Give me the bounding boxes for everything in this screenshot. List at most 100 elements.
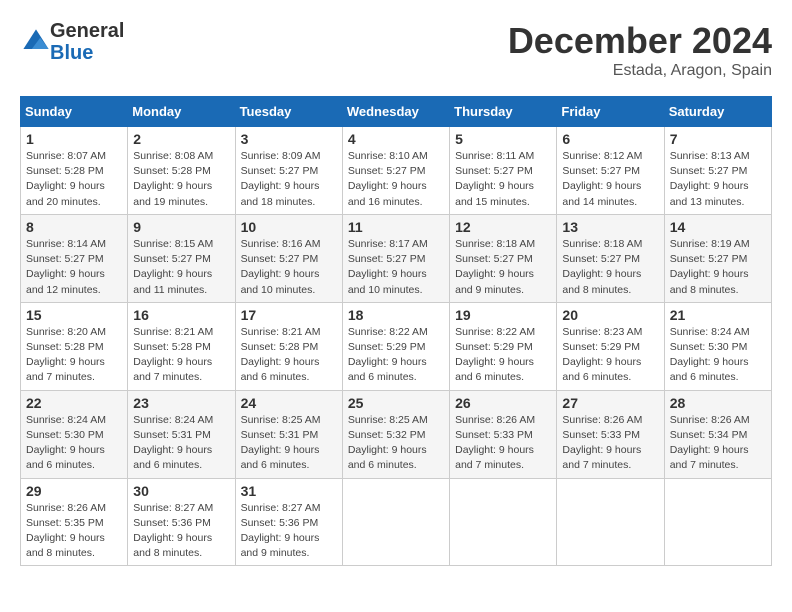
day-number: 14 bbox=[670, 219, 766, 235]
logo-icon bbox=[22, 28, 50, 56]
table-row: 30 Sunrise: 8:27 AMSunset: 5:36 PMDaylig… bbox=[128, 478, 235, 566]
day-number: 19 bbox=[455, 307, 551, 323]
day-info: Sunrise: 8:13 AMSunset: 5:27 PMDaylight:… bbox=[670, 150, 750, 208]
day-number: 17 bbox=[241, 307, 337, 323]
day-number: 12 bbox=[455, 219, 551, 235]
day-info: Sunrise: 8:22 AMSunset: 5:29 PMDaylight:… bbox=[348, 326, 428, 384]
day-info: Sunrise: 8:27 AMSunset: 5:36 PMDaylight:… bbox=[241, 502, 321, 560]
day-number: 29 bbox=[26, 483, 122, 499]
day-info: Sunrise: 8:08 AMSunset: 5:28 PMDaylight:… bbox=[133, 150, 213, 208]
col-monday: Monday bbox=[128, 97, 235, 127]
table-row: 29 Sunrise: 8:26 AMSunset: 5:35 PMDaylig… bbox=[21, 478, 128, 566]
day-info: Sunrise: 8:27 AMSunset: 5:36 PMDaylight:… bbox=[133, 502, 213, 560]
day-number: 28 bbox=[670, 395, 766, 411]
day-number: 30 bbox=[133, 483, 229, 499]
day-number: 7 bbox=[670, 131, 766, 147]
day-info: Sunrise: 8:21 AMSunset: 5:28 PMDaylight:… bbox=[241, 326, 321, 384]
table-row: 3 Sunrise: 8:09 AMSunset: 5:27 PMDayligh… bbox=[235, 127, 342, 215]
col-sunday: Sunday bbox=[21, 97, 128, 127]
page-header: General Blue December 2024 Estada, Arago… bbox=[20, 20, 772, 80]
table-row bbox=[450, 478, 557, 566]
table-row: 15 Sunrise: 8:20 AMSunset: 5:28 PMDaylig… bbox=[21, 302, 128, 390]
table-row: 8 Sunrise: 8:14 AMSunset: 5:27 PMDayligh… bbox=[21, 214, 128, 302]
logo-blue-text: Blue bbox=[50, 42, 124, 64]
title-block: December 2024 Estada, Aragon, Spain bbox=[508, 20, 772, 80]
day-info: Sunrise: 8:26 AMSunset: 5:35 PMDaylight:… bbox=[26, 502, 106, 560]
table-row: 28 Sunrise: 8:26 AMSunset: 5:34 PMDaylig… bbox=[664, 390, 771, 478]
day-info: Sunrise: 8:09 AMSunset: 5:27 PMDaylight:… bbox=[241, 150, 321, 208]
table-row: 6 Sunrise: 8:12 AMSunset: 5:27 PMDayligh… bbox=[557, 127, 664, 215]
day-info: Sunrise: 8:26 AMSunset: 5:33 PMDaylight:… bbox=[562, 414, 642, 472]
calendar-week-row: 22 Sunrise: 8:24 AMSunset: 5:30 PMDaylig… bbox=[21, 390, 772, 478]
day-number: 27 bbox=[562, 395, 658, 411]
day-number: 10 bbox=[241, 219, 337, 235]
day-info: Sunrise: 8:24 AMSunset: 5:30 PMDaylight:… bbox=[670, 326, 750, 384]
day-number: 2 bbox=[133, 131, 229, 147]
table-row: 27 Sunrise: 8:26 AMSunset: 5:33 PMDaylig… bbox=[557, 390, 664, 478]
calendar-week-row: 1 Sunrise: 8:07 AMSunset: 5:28 PMDayligh… bbox=[21, 127, 772, 215]
table-row: 22 Sunrise: 8:24 AMSunset: 5:30 PMDaylig… bbox=[21, 390, 128, 478]
day-number: 15 bbox=[26, 307, 122, 323]
table-row: 31 Sunrise: 8:27 AMSunset: 5:36 PMDaylig… bbox=[235, 478, 342, 566]
table-row: 2 Sunrise: 8:08 AMSunset: 5:28 PMDayligh… bbox=[128, 127, 235, 215]
day-info: Sunrise: 8:11 AMSunset: 5:27 PMDaylight:… bbox=[455, 150, 534, 208]
col-friday: Friday bbox=[557, 97, 664, 127]
day-info: Sunrise: 8:24 AMSunset: 5:30 PMDaylight:… bbox=[26, 414, 106, 472]
table-row: 5 Sunrise: 8:11 AMSunset: 5:27 PMDayligh… bbox=[450, 127, 557, 215]
day-info: Sunrise: 8:24 AMSunset: 5:31 PMDaylight:… bbox=[133, 414, 213, 472]
table-row: 1 Sunrise: 8:07 AMSunset: 5:28 PMDayligh… bbox=[21, 127, 128, 215]
day-number: 11 bbox=[348, 219, 444, 235]
logo: General Blue bbox=[20, 20, 124, 64]
table-row: 19 Sunrise: 8:22 AMSunset: 5:29 PMDaylig… bbox=[450, 302, 557, 390]
table-row: 21 Sunrise: 8:24 AMSunset: 5:30 PMDaylig… bbox=[664, 302, 771, 390]
table-row: 24 Sunrise: 8:25 AMSunset: 5:31 PMDaylig… bbox=[235, 390, 342, 478]
table-row bbox=[664, 478, 771, 566]
day-info: Sunrise: 8:20 AMSunset: 5:28 PMDaylight:… bbox=[26, 326, 106, 384]
col-wednesday: Wednesday bbox=[342, 97, 449, 127]
table-row: 13 Sunrise: 8:18 AMSunset: 5:27 PMDaylig… bbox=[557, 214, 664, 302]
table-row bbox=[342, 478, 449, 566]
calendar-week-row: 29 Sunrise: 8:26 AMSunset: 5:35 PMDaylig… bbox=[21, 478, 772, 566]
day-number: 9 bbox=[133, 219, 229, 235]
table-row: 7 Sunrise: 8:13 AMSunset: 5:27 PMDayligh… bbox=[664, 127, 771, 215]
col-thursday: Thursday bbox=[450, 97, 557, 127]
col-saturday: Saturday bbox=[664, 97, 771, 127]
day-number: 13 bbox=[562, 219, 658, 235]
day-info: Sunrise: 8:10 AMSunset: 5:27 PMDaylight:… bbox=[348, 150, 428, 208]
day-number: 24 bbox=[241, 395, 337, 411]
table-row: 12 Sunrise: 8:18 AMSunset: 5:27 PMDaylig… bbox=[450, 214, 557, 302]
day-info: Sunrise: 8:18 AMSunset: 5:27 PMDaylight:… bbox=[562, 238, 642, 296]
table-row: 9 Sunrise: 8:15 AMSunset: 5:27 PMDayligh… bbox=[128, 214, 235, 302]
day-info: Sunrise: 8:23 AMSunset: 5:29 PMDaylight:… bbox=[562, 326, 642, 384]
day-number: 18 bbox=[348, 307, 444, 323]
logo-general-text: General bbox=[50, 20, 124, 42]
day-number: 26 bbox=[455, 395, 551, 411]
location: Estada, Aragon, Spain bbox=[508, 62, 772, 80]
table-row: 18 Sunrise: 8:22 AMSunset: 5:29 PMDaylig… bbox=[342, 302, 449, 390]
day-number: 20 bbox=[562, 307, 658, 323]
day-number: 6 bbox=[562, 131, 658, 147]
day-number: 31 bbox=[241, 483, 337, 499]
day-number: 8 bbox=[26, 219, 122, 235]
table-row: 25 Sunrise: 8:25 AMSunset: 5:32 PMDaylig… bbox=[342, 390, 449, 478]
table-row bbox=[557, 478, 664, 566]
day-info: Sunrise: 8:18 AMSunset: 5:27 PMDaylight:… bbox=[455, 238, 535, 296]
day-info: Sunrise: 8:21 AMSunset: 5:28 PMDaylight:… bbox=[133, 326, 213, 384]
day-number: 23 bbox=[133, 395, 229, 411]
day-number: 3 bbox=[241, 131, 337, 147]
day-info: Sunrise: 8:12 AMSunset: 5:27 PMDaylight:… bbox=[562, 150, 642, 208]
table-row: 26 Sunrise: 8:26 AMSunset: 5:33 PMDaylig… bbox=[450, 390, 557, 478]
day-number: 22 bbox=[26, 395, 122, 411]
day-info: Sunrise: 8:22 AMSunset: 5:29 PMDaylight:… bbox=[455, 326, 535, 384]
table-row: 16 Sunrise: 8:21 AMSunset: 5:28 PMDaylig… bbox=[128, 302, 235, 390]
calendar-header-row: Sunday Monday Tuesday Wednesday Thursday… bbox=[21, 97, 772, 127]
table-row: 10 Sunrise: 8:16 AMSunset: 5:27 PMDaylig… bbox=[235, 214, 342, 302]
table-row: 23 Sunrise: 8:24 AMSunset: 5:31 PMDaylig… bbox=[128, 390, 235, 478]
calendar-week-row: 15 Sunrise: 8:20 AMSunset: 5:28 PMDaylig… bbox=[21, 302, 772, 390]
day-info: Sunrise: 8:14 AMSunset: 5:27 PMDaylight:… bbox=[26, 238, 106, 296]
calendar-week-row: 8 Sunrise: 8:14 AMSunset: 5:27 PMDayligh… bbox=[21, 214, 772, 302]
day-info: Sunrise: 8:25 AMSunset: 5:32 PMDaylight:… bbox=[348, 414, 428, 472]
day-info: Sunrise: 8:16 AMSunset: 5:27 PMDaylight:… bbox=[241, 238, 321, 296]
table-row: 17 Sunrise: 8:21 AMSunset: 5:28 PMDaylig… bbox=[235, 302, 342, 390]
day-number: 1 bbox=[26, 131, 122, 147]
